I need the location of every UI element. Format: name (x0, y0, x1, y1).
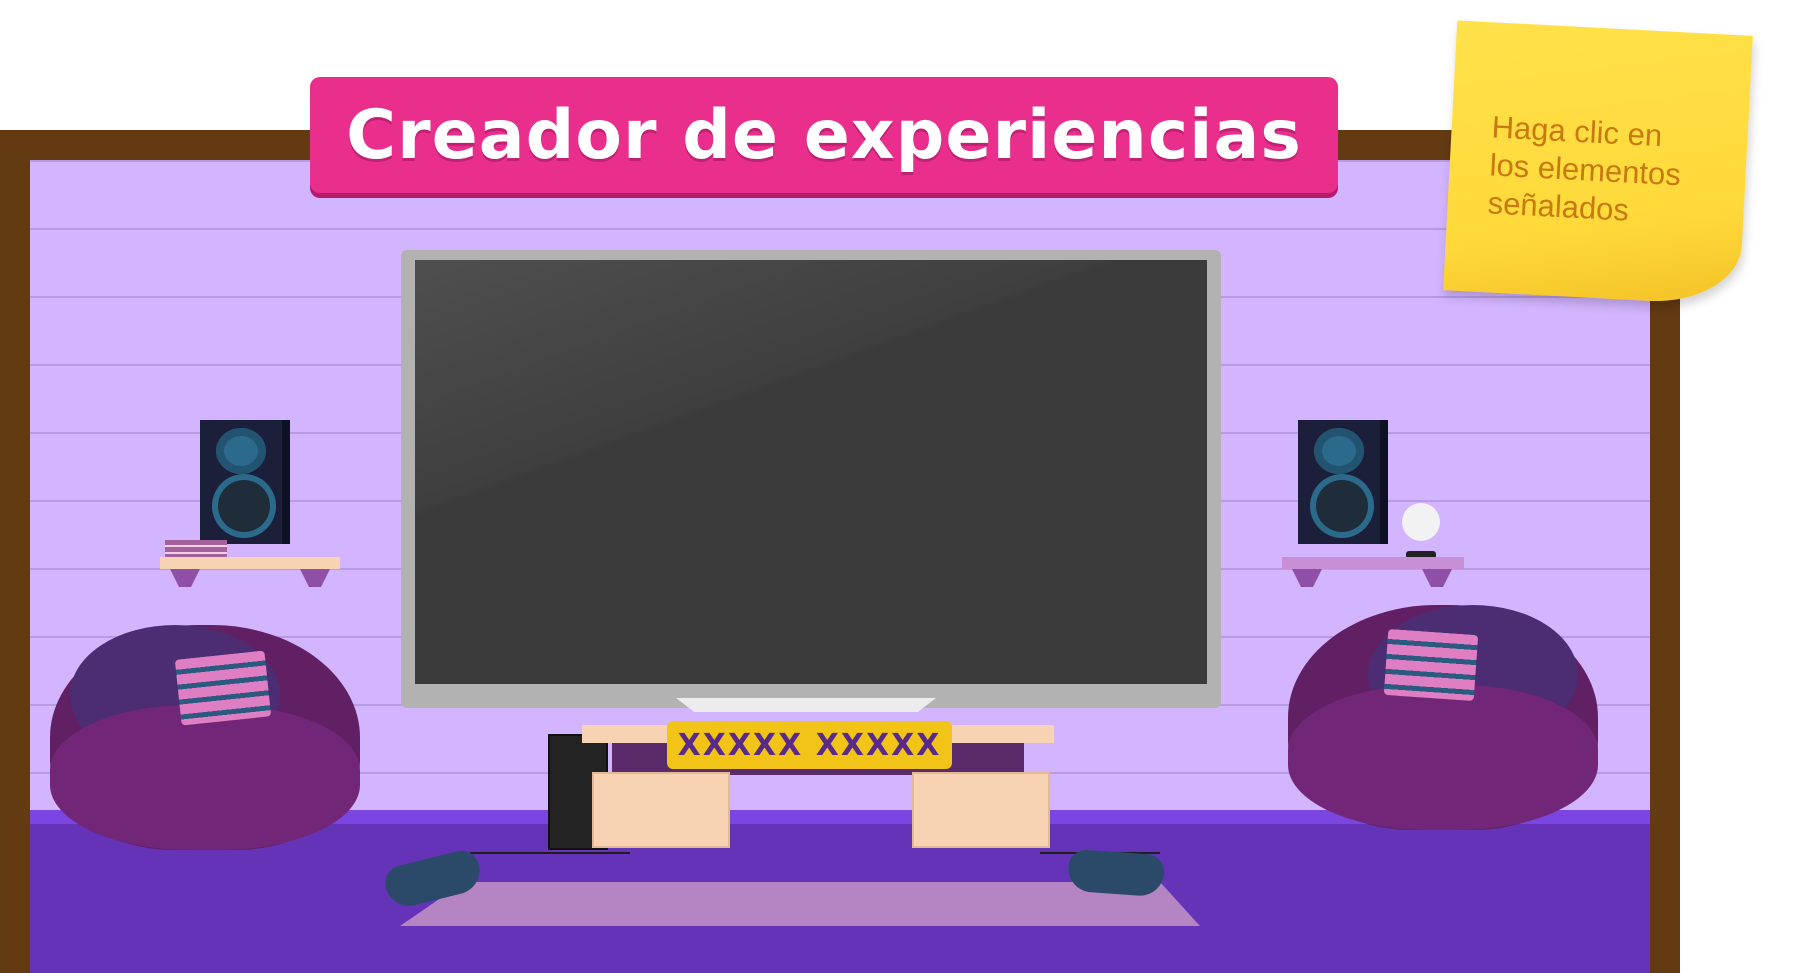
left-beanbag-seat (50, 705, 360, 850)
controller-cable (470, 852, 630, 854)
television[interactable] (401, 250, 1221, 708)
page-title: Creador de experiencias (346, 95, 1302, 175)
right-drawer (912, 772, 1050, 848)
tv-label-badge[interactable]: XXXXX XXXXX (667, 721, 952, 769)
title-banner: Creador de experiencias (310, 77, 1338, 193)
globe-lamp[interactable] (1402, 503, 1440, 541)
left-drawer (592, 772, 730, 848)
left-shelf (160, 557, 340, 569)
left-speaker-tweeter (216, 428, 266, 474)
right-speaker[interactable] (1298, 420, 1388, 544)
right-shelf (1282, 557, 1464, 569)
tv-stand (676, 698, 936, 712)
tv-glare (415, 260, 1207, 684)
left-pillow (174, 650, 272, 726)
right-gamepad-icon[interactable] (1066, 848, 1166, 898)
right-beanbag-seat (1288, 685, 1598, 830)
left-speaker[interactable] (200, 420, 290, 544)
instruction-text: Haga clic en los elementos señalados (1487, 108, 1733, 234)
left-speaker-woofer (218, 480, 270, 532)
right-pillow (1383, 628, 1479, 702)
right-speaker-tweeter (1314, 428, 1364, 474)
right-speaker-woofer (1316, 480, 1368, 532)
tv-label-text: XXXXX XXXXX (677, 727, 942, 763)
instruction-sticky-note: Haga clic en los elementos señalados (1443, 20, 1753, 306)
books-stack (165, 540, 227, 558)
